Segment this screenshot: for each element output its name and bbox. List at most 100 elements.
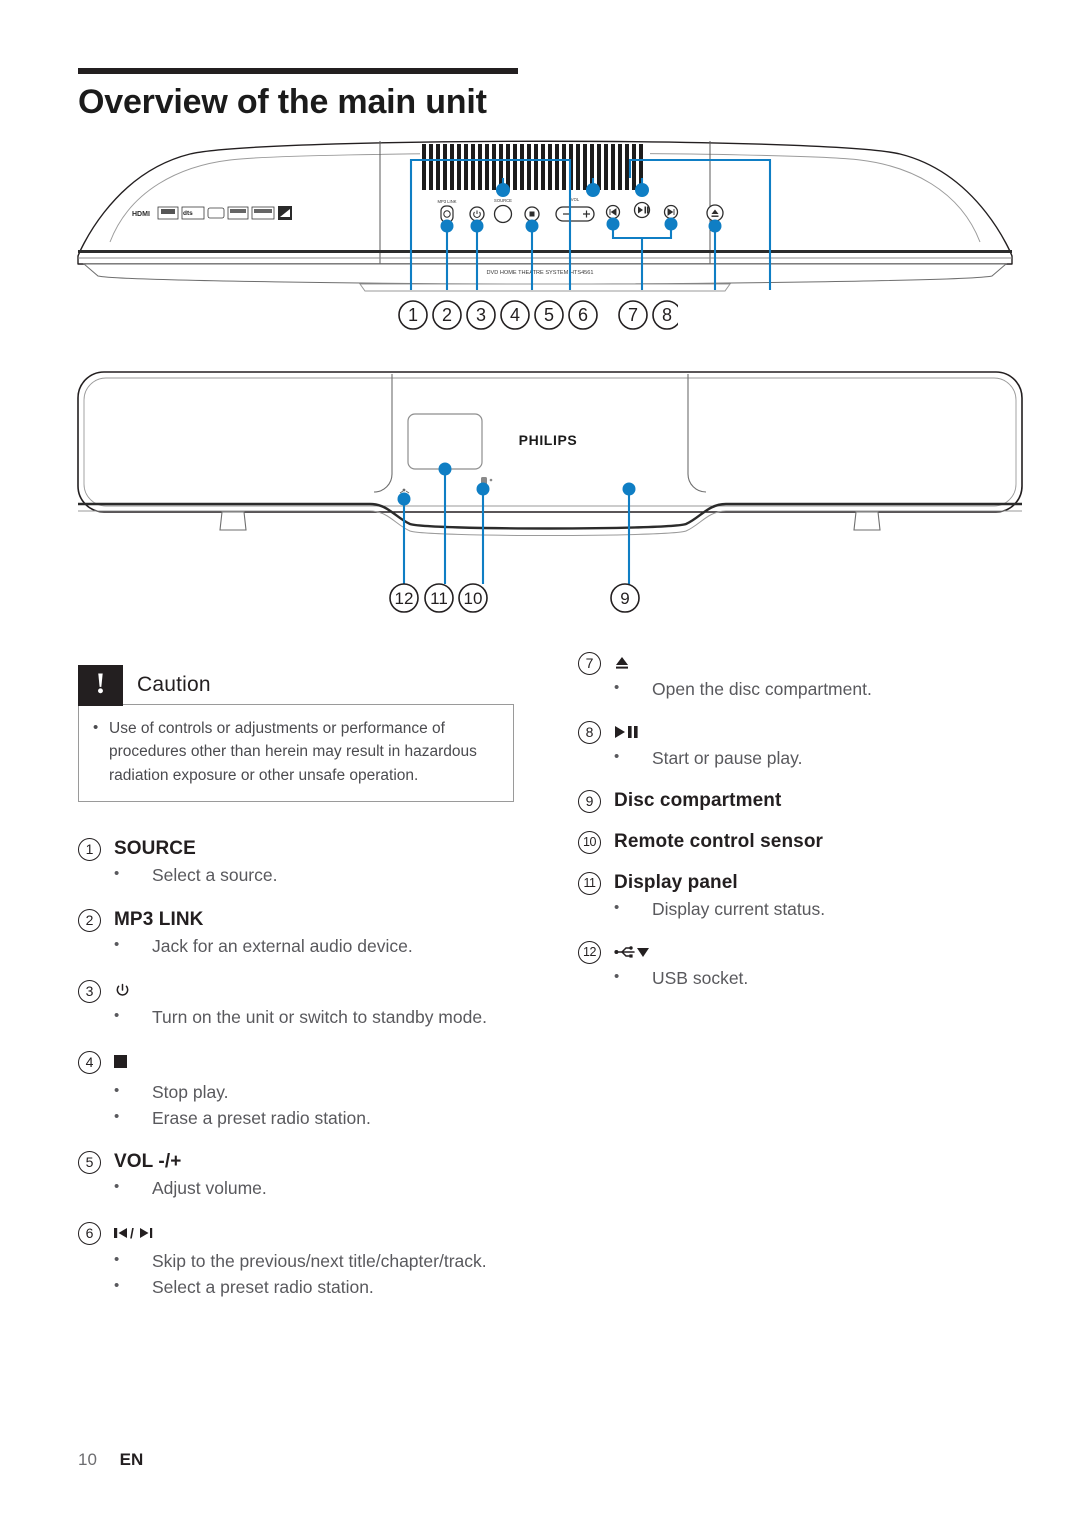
legend-bullet-text: Start or pause play. [652,747,803,768]
legend-item-2: 2 MP3 LINK • Jack for an external audio … [78,907,548,960]
bullet-marker: • [114,1251,120,1269]
svg-text:/: / [130,1225,134,1241]
legend-item-5: 5 VOL -/+ • Adjust volume. [78,1149,548,1202]
stop-icon [114,1049,127,1074]
legend-item-10: 10 Remote control sensor [578,829,1028,854]
svg-text:1: 1 [408,305,418,325]
legend-bullet: • USB socket. [614,966,1028,992]
skip-prev-next-icon: / [114,1220,158,1245]
svg-text:6: 6 [578,305,588,325]
legend-label-mp3-link: MP3 LINK [114,908,204,930]
callout-number-6: 6 [78,1222,101,1246]
callout-number-7: 7 [578,652,601,675]
svg-text:SOURCE: SOURCE [494,198,512,203]
legend-bullet: • Jack for an external audio device. [114,934,548,960]
bullet-marker: • [114,1178,120,1196]
legend-label-vol: VOL -/+ [114,1151,182,1173]
bullet-marker: • [614,967,620,985]
svg-text:4: 4 [510,305,520,325]
legend-item-11: 11 Display panel • Display current statu… [578,870,1028,923]
legend-label-source: SOURCE [114,838,196,859]
callout-number-3: 3 [78,979,101,1003]
legend-bullet-text: Select a preset radio station. [152,1277,374,1298]
legend-item-7: 7 • Open the disc compartment. [578,650,1028,703]
svg-text:9: 9 [620,589,629,608]
legend-column-left: 1 SOURCE • Select a source. 2 MP3 LINK •… [78,836,548,1313]
caution-exclamation-icon: ! [78,664,123,706]
callout-number-9: 9 [578,789,601,813]
bullet-marker: • [114,935,120,953]
bullet-marker: • [614,747,620,765]
legend-bullet: • Select a preset radio station. [114,1275,548,1301]
legend-bullet-text: Turn on the unit or switch to standby mo… [152,1006,487,1027]
svg-text:2: 2 [442,305,452,325]
svg-text:dts: dts [183,210,193,217]
caution-box: ! Caution • Use of controls or adjustmen… [78,664,514,802]
legend-bullet-text: Stop play. [152,1081,229,1102]
legend-bullet-text: Open the disc compartment. [652,679,872,699]
legend-bullet: • Adjust volume. [114,1176,548,1202]
legend-bullet-text: Adjust volume. [152,1178,267,1199]
callout-number-11: 11 [578,871,601,895]
legend-label-display-panel: Display panel [614,871,738,893]
legend-bullet-text: Display current status. [652,898,826,919]
legend-item-4: 4 • Stop play. • Erase a preset radio st… [78,1049,548,1132]
callout-number-2: 2 [78,908,101,932]
vent-slots [420,143,650,191]
play-pause-icon [614,719,644,744]
callout-numbers-panel: 12 11 10 9 [387,578,657,618]
svg-text:VOL: VOL [571,197,580,202]
legend-bullet-text: USB socket. [652,967,749,988]
svg-text:12: 12 [395,589,414,608]
legend-item-1: 1 SOURCE • Select a source. [78,836,548,889]
bullet-marker: • [614,679,620,696]
legend-bullet: • Turn on the unit or switch to standby … [114,1005,548,1031]
svg-text:11: 11 [430,589,448,608]
svg-text:5: 5 [544,305,554,325]
figure-main-unit-panel: PHILIPS [70,362,1030,602]
legend-bullet: • Start or pause play. [614,746,1028,772]
caution-title: Caution [137,673,211,696]
page-title: Overview of the main unit [78,83,487,121]
legend-bullet-text: Erase a preset radio station. [152,1107,371,1128]
legend-bullet: • Erase a preset radio station. [114,1106,548,1132]
bullet-marker: • [114,1107,120,1125]
legend-bullet-text: Jack for an external audio device. [152,935,413,956]
callout-number-12: 12 [578,940,601,964]
legend-label-remote-sensor: Remote control sensor [614,830,824,852]
legend-item-9: 9 Disc compartment [578,788,1028,813]
heading-rule [78,68,518,74]
legend-item-3: 3 • Turn on the unit or switch to standb… [78,978,548,1031]
legend-bullet: • Skip to the previous/next title/chapte… [114,1249,548,1275]
legend-bullet: • Select a source. [114,863,548,889]
legend-item-8: 8 • Start or pause play. [578,719,1028,772]
display-panel-window [407,413,483,470]
legend-item-6: 6 / • Skip to the previous/next title/ch… [78,1220,548,1301]
svg-text:3: 3 [476,305,486,325]
caution-item: • Use of controls or adjustments or perf… [93,717,499,787]
legend-column-right: 7 • Open the disc compartment. 8 • Start… [578,650,1028,1004]
legend-bullet: • Open the disc compartment. [614,677,1028,703]
usb-icon [614,939,654,964]
page-footer: 10 EN [78,1450,143,1470]
bullet-marker: • [614,898,620,916]
page-language: EN [119,1450,144,1469]
callout-number-4: 4 [78,1050,101,1074]
legend-bullet-text: Skip to the previous/next title/chapter/… [152,1251,487,1272]
svg-text:10: 10 [464,589,483,608]
callout-number-10: 10 [578,830,601,854]
svg-text:HDMI: HDMI [132,211,150,218]
callout-number-8: 8 [578,720,601,744]
bullet-marker: • [93,719,99,736]
legend-bullet: • Display current status. [614,897,1028,923]
legend-bullet-text: Select a source. [152,865,278,885]
callout-number-1: 1 [78,838,101,861]
legend-item-12: 12 • USB socket. [578,939,1028,992]
bullet-marker: • [114,1277,120,1295]
philips-wordmark: PHILIPS [519,432,578,448]
caution-header: ! Caution [78,664,514,706]
legend-bullet: • Stop play. [114,1080,548,1106]
page-heading: Overview of the main unit [78,68,578,121]
model-text: DVD HOME THEATRE SYSTEM HTS4561 [486,270,593,276]
eject-icon [614,650,630,675]
